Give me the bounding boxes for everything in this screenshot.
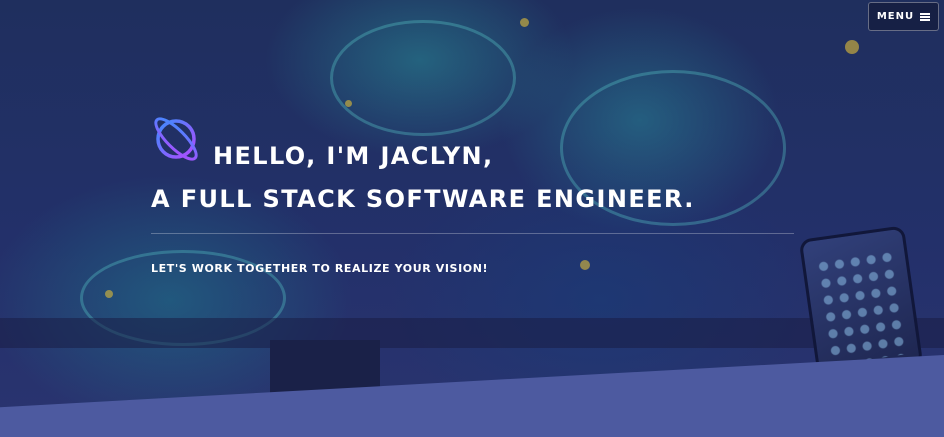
planet-ring-icon <box>154 117 198 161</box>
phone-app-grid <box>814 247 909 366</box>
paint-splash <box>580 260 590 270</box>
tagline: LET'S WORK TOGETHER TO REALIZE YOUR VISI… <box>151 262 489 275</box>
headline-greeting: HELLO, I'M JACLYN, <box>213 142 494 170</box>
bottom-section-edge <box>0 355 944 437</box>
hero-background <box>0 0 944 437</box>
paint-splash <box>345 100 352 107</box>
divider <box>151 233 794 234</box>
hamburger-icon <box>920 12 931 21</box>
paint-splash <box>845 40 859 54</box>
phone-image <box>798 225 924 380</box>
menu-label: MENU <box>876 11 915 22</box>
paint-splash <box>105 290 113 298</box>
monitor-base <box>0 318 944 348</box>
headline-title: A FULL STACK SOFTWARE ENGINEER. <box>151 185 695 213</box>
menu-button[interactable]: MENU <box>868 2 939 31</box>
background-swirl <box>330 20 516 136</box>
paint-splash <box>520 18 529 27</box>
